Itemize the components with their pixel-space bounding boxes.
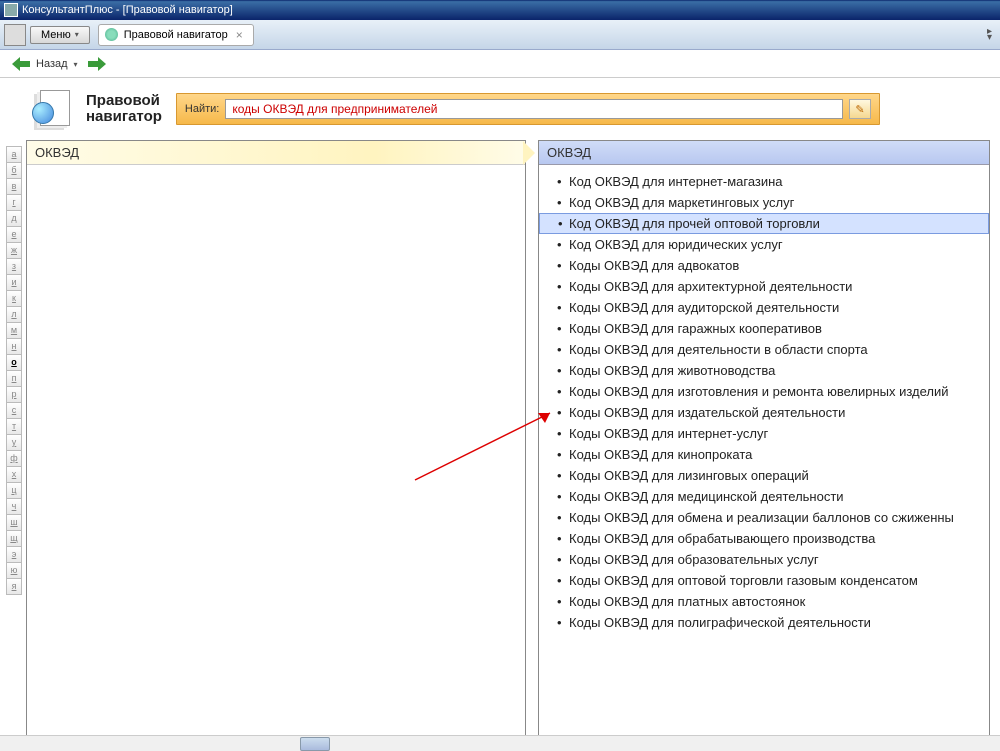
alpha-letter[interactable]: л [6,306,22,323]
alpha-letter[interactable]: и [6,274,22,291]
alpha-letter[interactable]: к [6,290,22,307]
left-panel-header: ОКВЭД [27,141,525,165]
forward-arrow-icon[interactable] [88,57,106,71]
list-item[interactable]: Коды ОКВЭД для архитектурной деятельност… [539,276,989,297]
alpha-letter[interactable]: ш [6,514,22,531]
app-icon [4,3,18,17]
alpha-letter[interactable]: з [6,258,22,275]
tab-navigator[interactable]: Правовой навигатор × [98,24,254,46]
list-item[interactable]: Код ОКВЭД для интернет-магазина [539,171,989,192]
list-item[interactable]: Коды ОКВЭД для кинопроката [539,444,989,465]
alpha-letter[interactable]: е [6,226,22,243]
alpha-letter[interactable]: г [6,194,22,211]
alpha-letter[interactable]: ф [6,450,22,467]
right-panel-header: ОКВЭД [539,141,989,165]
alpha-letter[interactable]: р [6,386,22,403]
search-bar: Найти: ✎ [176,93,880,125]
horizontal-scrollbar[interactable] [0,735,1000,751]
alpha-letter[interactable]: с [6,402,22,419]
alpha-letter[interactable]: п [6,370,22,387]
list-item[interactable]: Коды ОКВЭД для полиграфической деятельно… [539,612,989,633]
panels: абвгдежзиклмнопрстуфхцчшщэюя ОКВЭД ОКВЭД… [0,140,1000,751]
list-item[interactable]: Код ОКВЭД для юридических услуг [539,234,989,255]
page-header: Правовой навигатор Найти: ✎ [0,78,1000,140]
list-item[interactable]: Коды ОКВЭД для деятельности в области сп… [539,339,989,360]
search-label: Найти: [185,103,219,115]
page-title: Правовой навигатор [86,93,162,126]
alpha-index: абвгдежзиклмнопрстуфхцчшщэюя [6,140,24,751]
toolbar-overflow-icon[interactable]: ▸▾ [987,29,992,41]
list-item[interactable]: Коды ОКВЭД для издательской деятельности [539,402,989,423]
left-panel: ОКВЭД [26,140,526,751]
alpha-letter[interactable]: ч [6,498,22,515]
alpha-letter[interactable]: т [6,418,22,435]
list-item[interactable]: Коды ОКВЭД для лизинговых операций [539,465,989,486]
close-icon[interactable]: × [234,28,245,42]
back-arrow-icon[interactable] [12,57,30,71]
window-title: КонсультантПлюс - [Правовой навигатор] [22,4,233,16]
list-item[interactable]: Коды ОКВЭД для изготовления и ремонта юв… [539,381,989,402]
alpha-letter[interactable]: а [6,146,22,163]
list-item[interactable]: Коды ОКВЭД для животноводства [539,360,989,381]
back-dropdown[interactable] [74,58,78,70]
menu-button[interactable]: Меню [30,26,90,44]
list-item[interactable]: Коды ОКВЭД для оптовой торговли газовым … [539,570,989,591]
tab-label: Правовой навигатор [124,29,228,41]
list-item[interactable]: Коды ОКВЭД для интернет-услуг [539,423,989,444]
alpha-letter[interactable]: о [6,354,22,371]
menubar: Меню Правовой навигатор × ▸▾ [0,20,1000,50]
alpha-letter[interactable]: м [6,322,22,339]
back-label[interactable]: Назад [36,58,68,70]
result-list[interactable]: Код ОКВЭД для интернет-магазинаКод ОКВЭД… [539,165,989,750]
list-item[interactable]: Коды ОКВЭД для аудиторской деятельности [539,297,989,318]
alpha-letter[interactable]: щ [6,530,22,547]
alpha-letter[interactable]: в [6,178,22,195]
list-item[interactable]: Коды ОКВЭД для гаражных кооперативов [539,318,989,339]
content-area: Правовой навигатор Найти: ✎ абвгдежзиклм… [0,78,1000,751]
alpha-letter[interactable]: ц [6,482,22,499]
alpha-letter[interactable]: ю [6,562,22,579]
list-item[interactable]: Коды ОКВЭД для образовательных услуг [539,549,989,570]
nav-toolbar: Назад [0,50,1000,78]
right-panel: ОКВЭД Код ОКВЭД для интернет-магазинаКод… [538,140,990,751]
app-menu-icon[interactable] [4,24,26,46]
search-input[interactable] [225,99,843,119]
alpha-letter[interactable]: я [6,578,22,595]
alpha-letter[interactable]: у [6,434,22,451]
alpha-letter[interactable]: д [6,210,22,227]
list-item[interactable]: Коды ОКВЭД для медицинской деятельности [539,486,989,507]
alpha-letter[interactable]: н [6,338,22,355]
list-item[interactable]: Коды ОКВЭД для адвокатов [539,255,989,276]
navigator-icon [30,88,72,130]
list-item[interactable]: Коды ОКВЭД для обмена и реализации балло… [539,507,989,528]
alpha-letter[interactable]: х [6,466,22,483]
globe-icon [105,28,118,41]
search-clear-button[interactable]: ✎ [849,99,871,119]
window-titlebar: КонсультантПлюс - [Правовой навигатор] [0,0,1000,20]
alpha-letter[interactable]: э [6,546,22,563]
alpha-letter[interactable]: б [6,162,22,179]
list-item[interactable]: Код ОКВЭД для маркетинговых услуг [539,192,989,213]
list-item[interactable]: Коды ОКВЭД для платных автостоянок [539,591,989,612]
list-item[interactable]: Код ОКВЭД для прочей оптовой торговли [539,213,989,234]
alpha-letter[interactable]: ж [6,242,22,259]
list-item[interactable]: Коды ОКВЭД для обрабатывающего производс… [539,528,989,549]
